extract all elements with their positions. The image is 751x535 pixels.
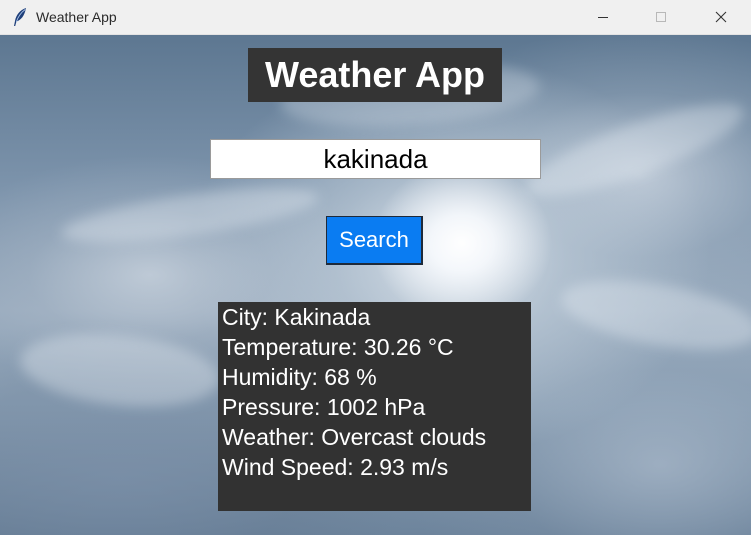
cloud-decoration xyxy=(556,268,751,362)
close-button[interactable] xyxy=(690,0,751,34)
minimize-icon xyxy=(597,11,609,23)
result-wind-speed: Wind Speed: 2.93 m/s xyxy=(222,454,449,480)
app-window: Weather App Weather App kakinada Search … xyxy=(0,0,751,535)
result-humidity: Humidity: 68 % xyxy=(222,364,377,390)
app-heading: Weather App xyxy=(248,48,502,102)
feather-icon xyxy=(12,7,28,27)
window-title: Weather App xyxy=(36,9,117,25)
search-button[interactable]: Search xyxy=(326,216,423,265)
result-city: City: Kakinada xyxy=(222,304,371,330)
cloud-decoration xyxy=(16,324,224,416)
cloud-decoration xyxy=(518,87,751,213)
weather-results-panel: City: Kakinada Temperature: 30.26 °C Hum… xyxy=(218,302,531,511)
close-icon xyxy=(715,11,727,23)
result-temperature: Temperature: 30.26 °C xyxy=(222,334,454,360)
result-pressure: Pressure: 1002 hPa xyxy=(222,394,426,420)
sky-background-image: Weather App Search City: Kakinada Temper… xyxy=(0,35,751,535)
minimize-button[interactable] xyxy=(574,0,632,34)
result-weather: Weather: Overcast clouds xyxy=(222,424,487,450)
city-search-input[interactable] xyxy=(210,139,541,179)
maximize-button[interactable] xyxy=(632,0,690,34)
title-bar[interactable]: Weather App xyxy=(0,0,751,35)
cloud-decoration xyxy=(58,177,322,253)
maximize-icon xyxy=(655,11,667,23)
